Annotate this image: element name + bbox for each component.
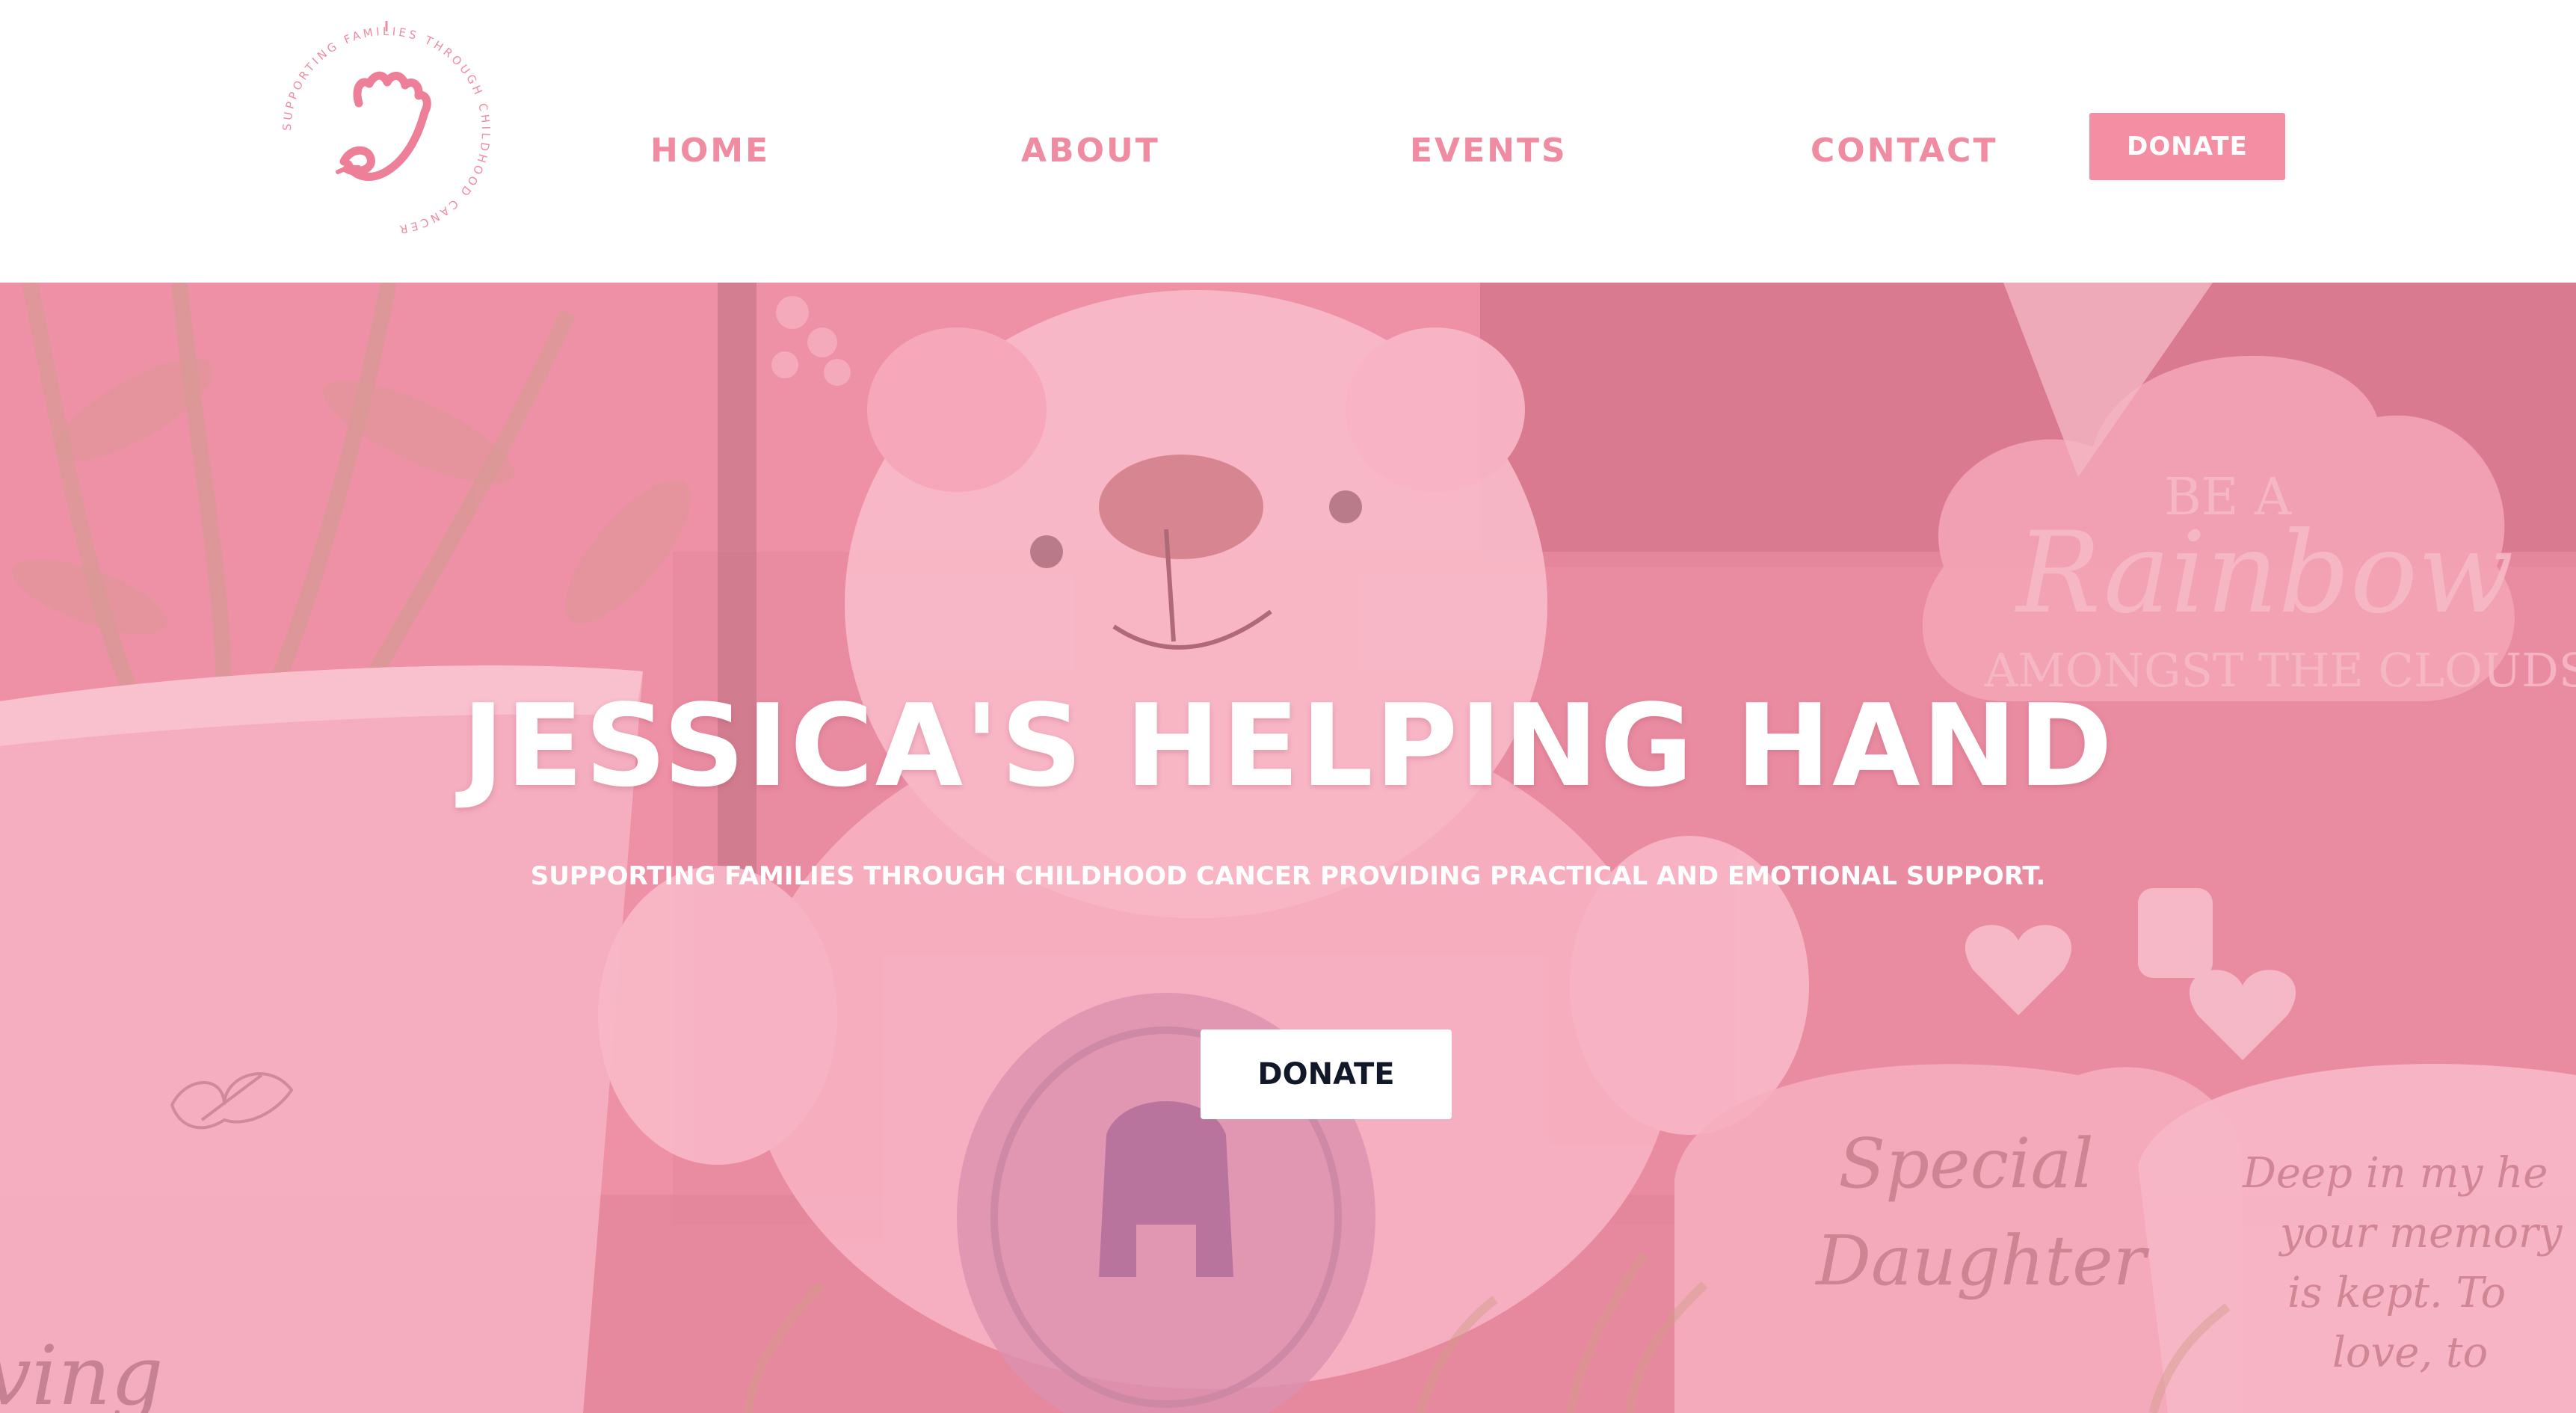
hero-section: BE A Rainbow AMONGST THE CLOUDS Special … xyxy=(0,283,2576,1413)
hero-subtitle: SUPPORTING FAMILIES THROUGH CHILDHOOD CA… xyxy=(530,861,2046,891)
hero-donate-button[interactable]: DONATE xyxy=(1201,1029,1452,1119)
hero-pink-overlay xyxy=(0,283,2576,1413)
page: SUPPORTING FAMILIES THROUGH CHILDHOOD CA… xyxy=(0,0,2576,1413)
svg-text:SUPPORTING FAMILIES THROUGH CH: SUPPORTING FAMILIES THROUGH CHILDHOOD CA… xyxy=(280,25,493,236)
nav-home[interactable]: HOME xyxy=(650,129,770,173)
site-header: SUPPORTING FAMILIES THROUGH CHILDHOOD CA… xyxy=(0,0,2576,283)
logo-ring-text: SUPPORTING FAMILIES THROUGH CHILDHOOD CA… xyxy=(280,25,490,236)
nav-contact[interactable]: CONTACT xyxy=(1811,129,1997,173)
site-logo[interactable]: SUPPORTING FAMILIES THROUGH CHILDHOOD CA… xyxy=(271,15,502,247)
nav-events[interactable]: EVENTS xyxy=(1410,129,1568,173)
header-donate-button[interactable]: DONATE xyxy=(2089,113,2285,180)
helping-hand-logo-icon: SUPPORTING FAMILIES THROUGH CHILDHOOD CA… xyxy=(280,21,493,236)
nav-about[interactable]: ABOUT xyxy=(1021,129,1160,173)
hero-title: JESSICA'S HELPING HAND xyxy=(461,680,2115,812)
